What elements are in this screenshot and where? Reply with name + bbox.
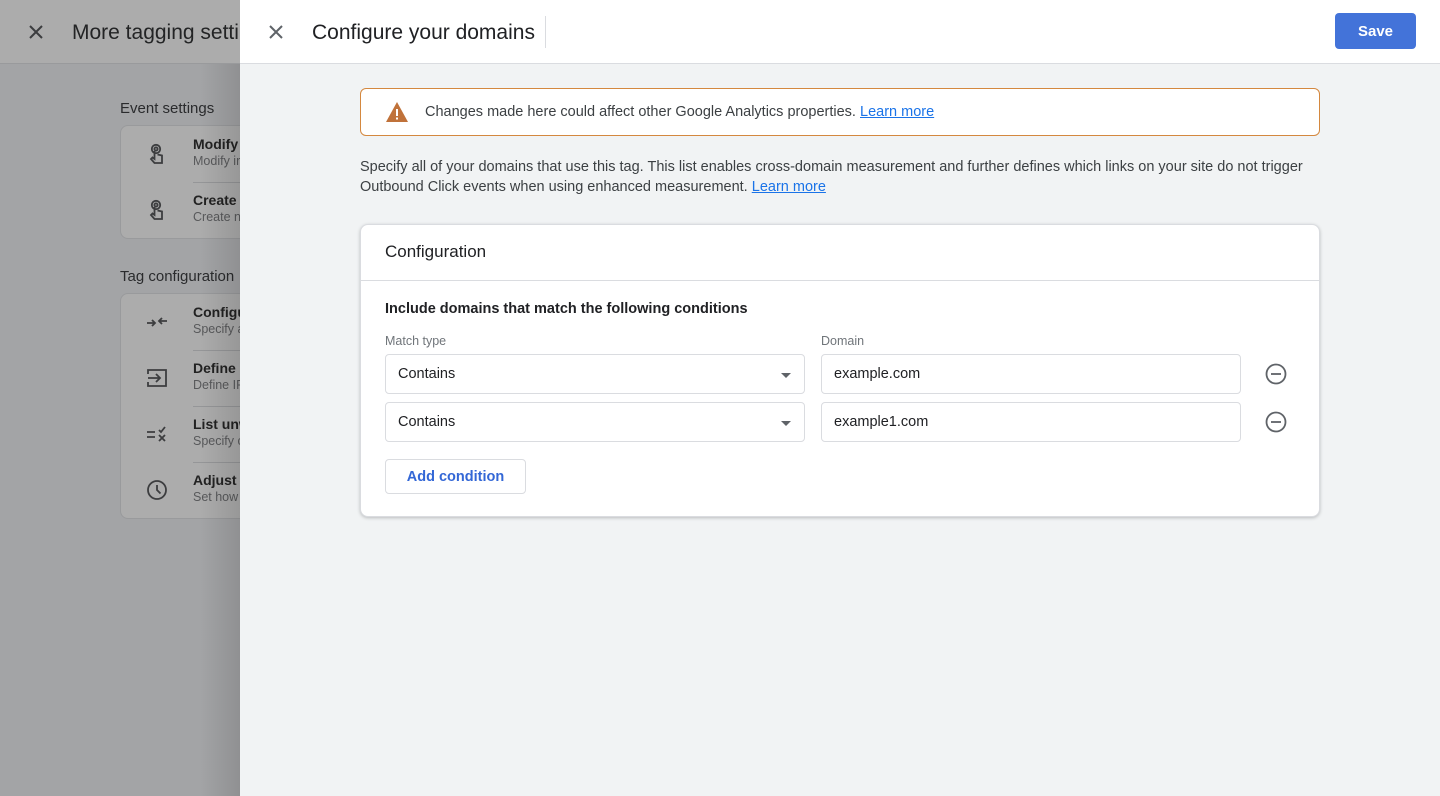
- card-divider: [361, 280, 1319, 281]
- touch-icon: [149, 199, 163, 220]
- remove-condition-icon[interactable]: [1264, 410, 1288, 434]
- warning-banner: Changes made here could affect other Goo…: [360, 88, 1320, 136]
- match-type-select[interactable]: Contains: [385, 354, 805, 394]
- close-icon[interactable]: [24, 20, 48, 44]
- match-type-select[interactable]: Contains: [385, 402, 805, 442]
- dropdown-arrow-icon: [781, 373, 791, 378]
- title-divider: [545, 16, 546, 48]
- merge-arrows-icon: [147, 317, 167, 327]
- configuration-card: Configuration Include domains that match…: [360, 224, 1320, 517]
- warning-text: Changes made here could affect other Goo…: [425, 104, 935, 120]
- drawer-title: Configure your domains: [312, 21, 535, 44]
- add-condition-button[interactable]: Add condition: [385, 459, 526, 494]
- drawer-shadow: [200, 64, 240, 796]
- rule-list-icon: [147, 426, 166, 442]
- domain-input[interactable]: [821, 402, 1241, 442]
- card-title: Configuration: [385, 242, 487, 261]
- domain-label: Domain: [821, 334, 865, 348]
- dropdown-arrow-icon: [781, 421, 791, 426]
- touch-icon: [149, 143, 163, 164]
- save-button[interactable]: Save: [1335, 13, 1416, 49]
- input-arrow-icon: [147, 369, 167, 387]
- description-learn-more-link[interactable]: Learn more: [752, 179, 826, 195]
- close-icon[interactable]: [264, 20, 288, 44]
- clock-icon: [147, 480, 167, 500]
- warning-learn-more-link[interactable]: Learn more: [860, 104, 934, 120]
- configure-domains-drawer: Configure your domains Save Changes made…: [240, 0, 1440, 796]
- description-text: Specify all of your domains that use thi…: [360, 159, 1303, 195]
- remove-condition-icon[interactable]: [1264, 362, 1288, 386]
- match-type-label: Match type: [385, 334, 447, 348]
- conditions-heading: Include domains that match the following…: [385, 301, 748, 317]
- warning-triangle-icon: [386, 102, 408, 122]
- drawer-header: Configure your domains Save: [240, 0, 1440, 64]
- domain-input[interactable]: [821, 354, 1241, 394]
- background-title: More tagging setti: [72, 21, 239, 44]
